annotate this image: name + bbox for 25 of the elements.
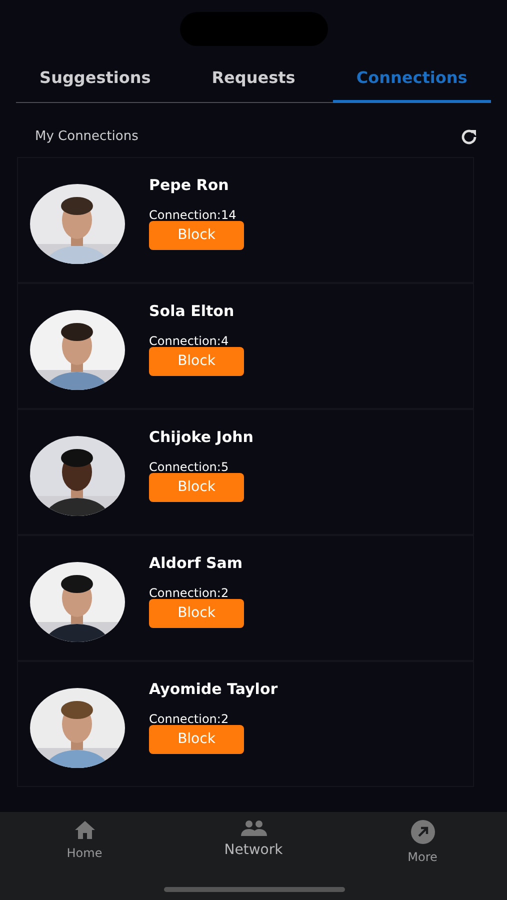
block-button[interactable]: Block: [149, 220, 244, 250]
nav-tab[interactable]: Network: [169, 812, 338, 900]
person-name: Chijoke John: [149, 427, 254, 448]
connection-count: Connection:2: [149, 712, 230, 724]
people-icon: [240, 820, 266, 836]
connection-count: Connection:4: [149, 334, 230, 346]
section-title: My Connections: [35, 128, 138, 146]
tab[interactable]: Connections: [332, 66, 491, 103]
refresh-icon[interactable]: [459, 127, 479, 147]
block-button[interactable]: Block: [149, 472, 244, 502]
person-name: Sola Elton: [149, 301, 236, 322]
person-name: Aldorf Sam: [149, 553, 244, 574]
person-name: Ayomide Taylor: [149, 679, 278, 700]
block-button[interactable]: Block: [149, 598, 244, 628]
nav-tab[interactable]: More: [338, 812, 507, 900]
block-button[interactable]: Block: [149, 346, 244, 376]
connection-count: Connection:5: [149, 460, 230, 472]
tab[interactable]: Suggestions: [16, 66, 174, 103]
person-name: Pepe Ron: [149, 175, 230, 196]
tab[interactable]: Requests: [174, 66, 333, 103]
connection-count: Connection:14: [149, 208, 238, 220]
home-icon: [74, 820, 96, 840]
nav-tab[interactable]: Home: [0, 812, 169, 900]
block-button[interactable]: Block: [149, 724, 244, 754]
connection-count: Connection:2: [149, 586, 230, 598]
